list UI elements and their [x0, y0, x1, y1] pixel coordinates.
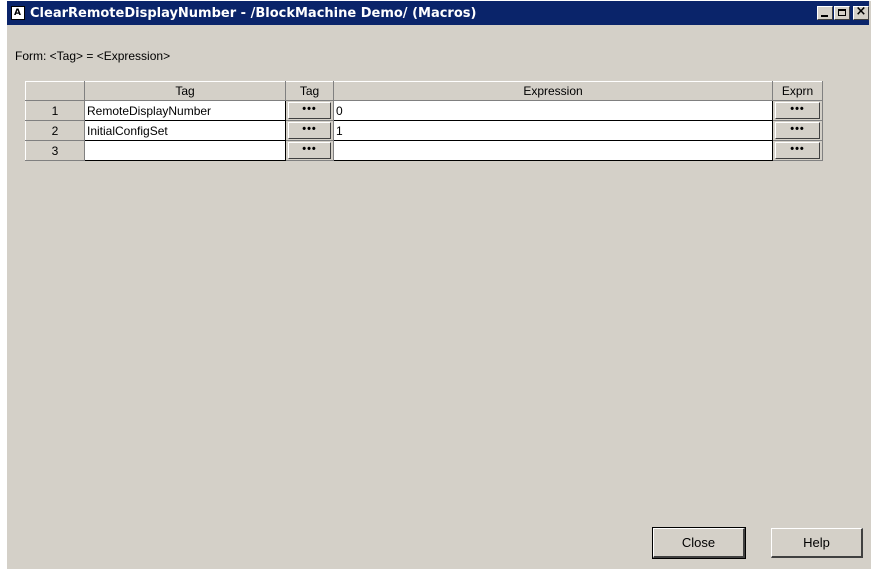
close-window-button[interactable]: ×	[853, 4, 869, 20]
title-bar[interactable]: A ClearRemoteDisplayNumber - /BlockMachi…	[7, 1, 869, 25]
tag-browse-button[interactable]: •••	[288, 102, 331, 119]
tag-cell[interactable]: RemoteDisplayNumber	[84, 100, 286, 121]
expression-column-header[interactable]: Expression	[333, 81, 773, 101]
expression-cell[interactable]	[333, 140, 773, 161]
expression-cell[interactable]: 0	[333, 100, 773, 121]
window-title: ClearRemoteDisplayNumber - /BlockMachine…	[30, 5, 477, 21]
close-icon: ×	[855, 4, 867, 19]
form-label: Form: <Tag> = <Expression>	[15, 49, 171, 63]
tag-browse-column-header[interactable]: Tag	[285, 81, 334, 101]
row-number[interactable]: 1	[25, 100, 85, 121]
tag-column-header[interactable]: Tag	[84, 81, 286, 101]
row-number[interactable]: 2	[25, 120, 85, 141]
tag-cell[interactable]	[84, 140, 286, 161]
maximize-icon	[838, 9, 846, 16]
expression-browse-button[interactable]: •••	[775, 102, 820, 119]
tag-browse-button[interactable]: •••	[288, 122, 331, 139]
expression-browse-button[interactable]: •••	[775, 142, 820, 159]
row-number[interactable]: 3	[25, 140, 85, 161]
macro-app-icon: A	[11, 6, 25, 20]
macro-grid: Tag Tag Expression Exprn 1 RemoteDisplay…	[25, 81, 823, 161]
table-row: 1 RemoteDisplayNumber ••• 0 •••	[25, 100, 823, 121]
help-button[interactable]: Help	[771, 528, 863, 558]
macro-window: A ClearRemoteDisplayNumber - /BlockMachi…	[6, 0, 871, 569]
corner-header	[25, 81, 85, 101]
expression-cell[interactable]: 1	[333, 120, 773, 141]
minimize-button[interactable]	[817, 6, 833, 20]
tag-cell[interactable]: InitialConfigSet	[84, 120, 286, 141]
tag-browse-button[interactable]: •••	[288, 142, 331, 159]
grid-header-row: Tag Tag Expression Exprn	[25, 81, 823, 101]
minimize-icon	[821, 15, 828, 17]
maximize-button[interactable]	[834, 6, 850, 20]
exprn-browse-column-header[interactable]: Exprn	[772, 81, 823, 101]
table-row: 3 ••• •••	[25, 140, 823, 161]
expression-browse-button[interactable]: •••	[775, 122, 820, 139]
close-button[interactable]: Close	[652, 527, 746, 559]
window-controls: ×	[816, 4, 869, 20]
table-row: 2 InitialConfigSet ••• 1 •••	[25, 120, 823, 141]
